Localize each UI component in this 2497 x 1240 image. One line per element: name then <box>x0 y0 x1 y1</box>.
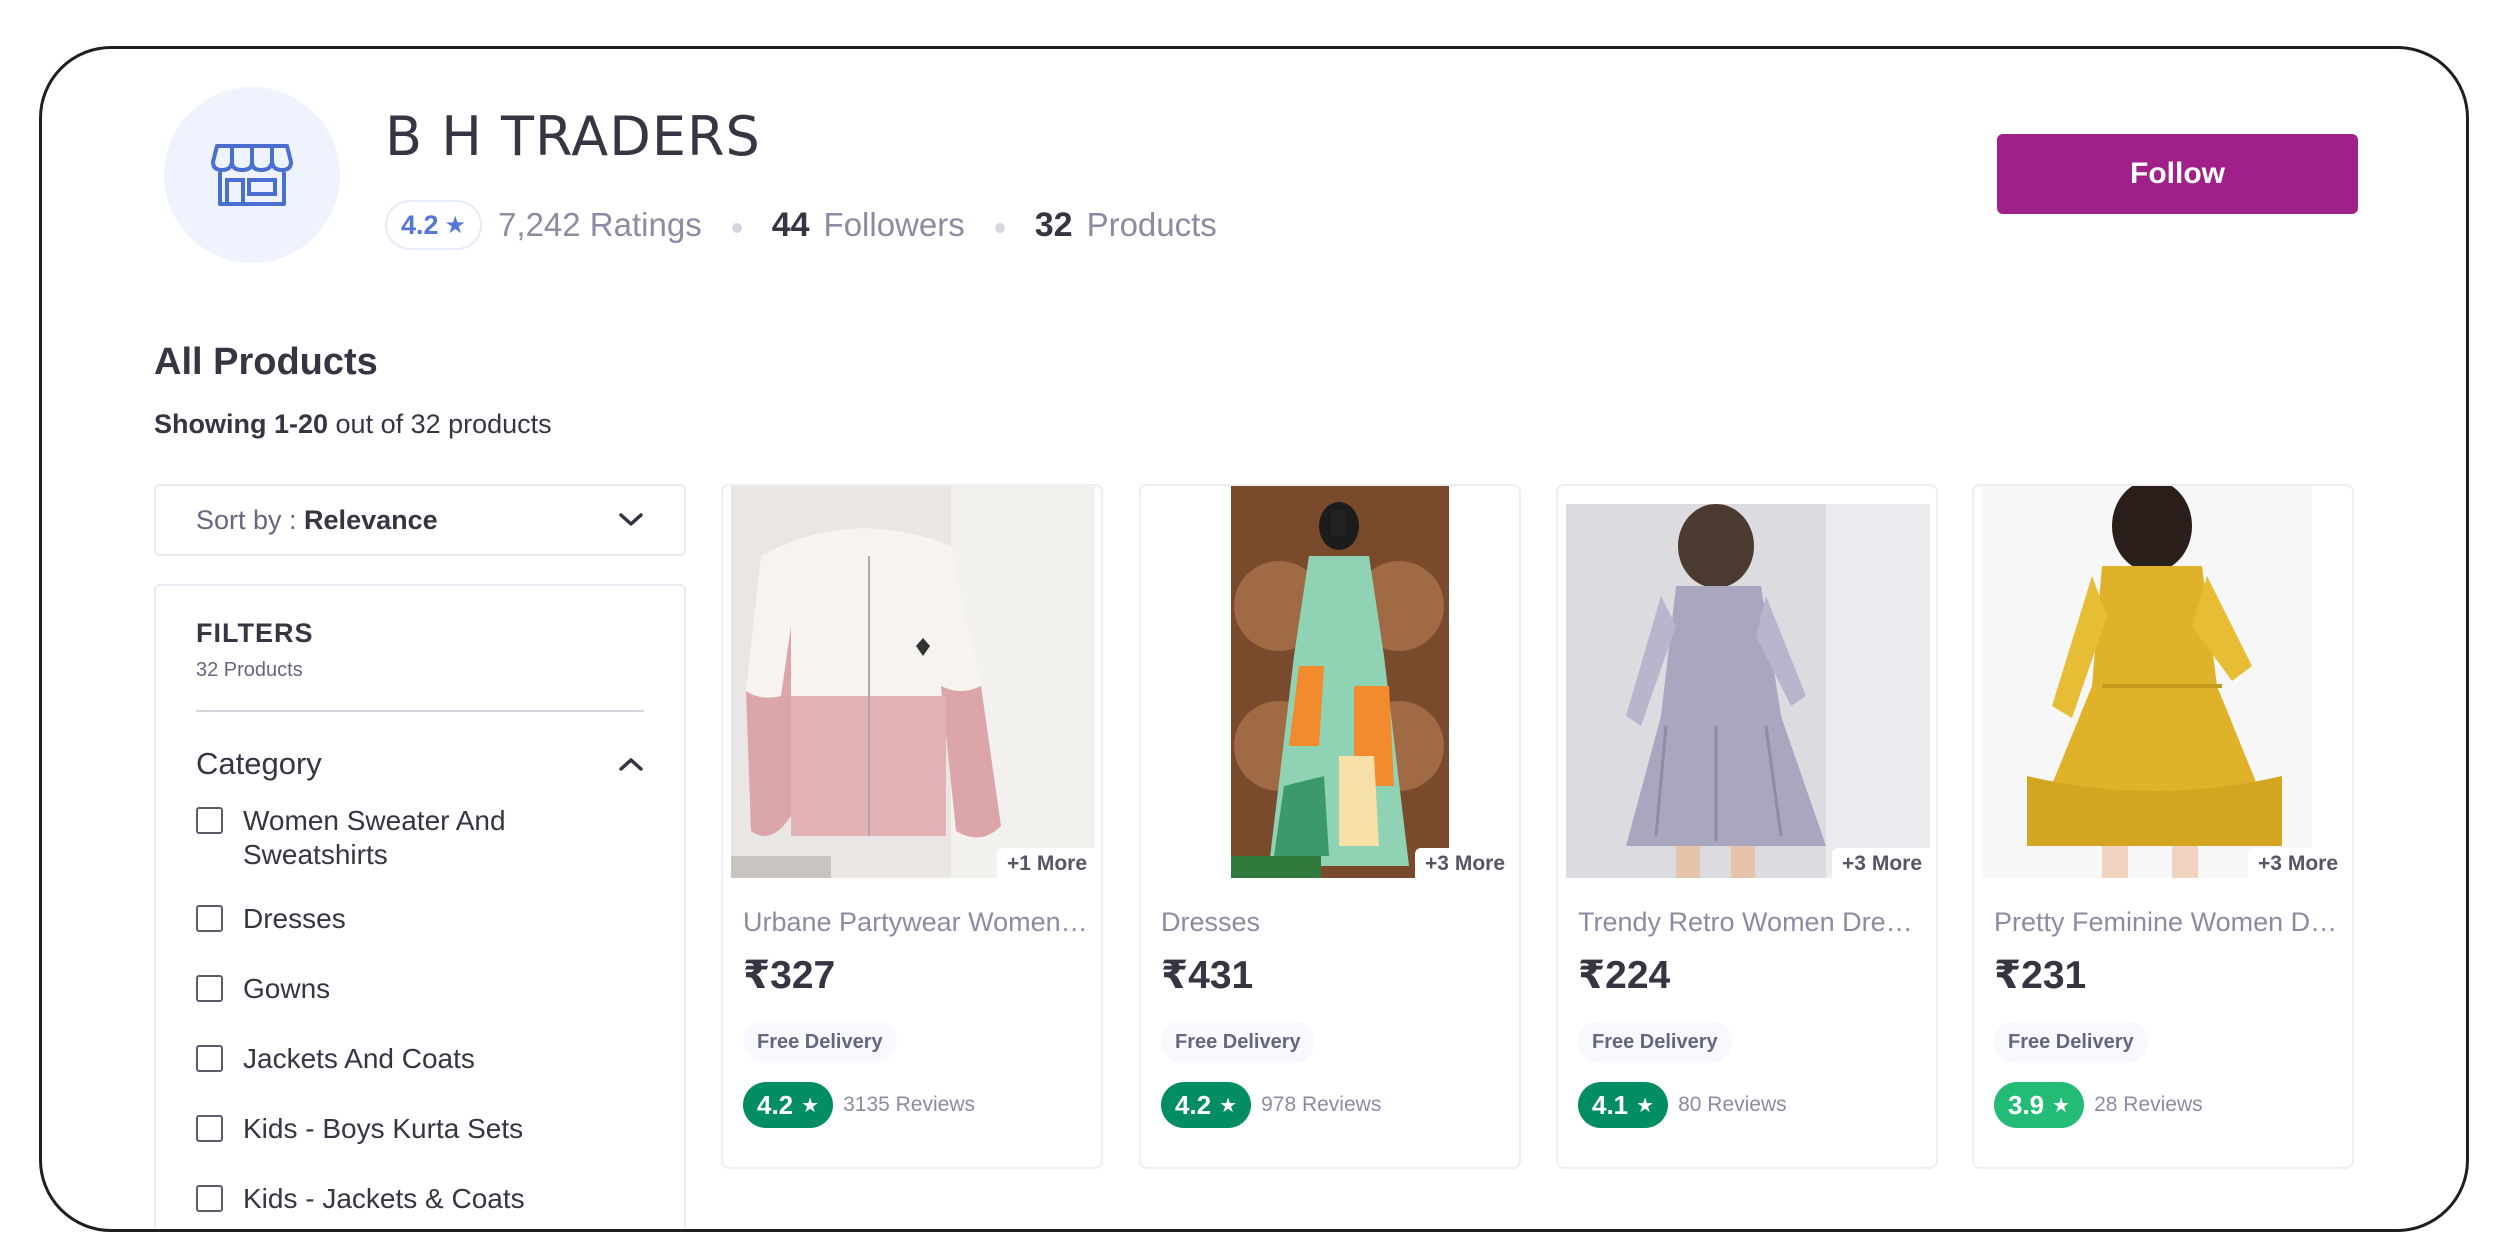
showing-range: Showing 1-20 <box>154 409 329 439</box>
sort-label: Sort by : Relevance <box>196 505 438 536</box>
category-option[interactable]: Kids - Boys Kurta Sets <box>196 1112 644 1146</box>
store-icon <box>211 144 293 206</box>
category-option[interactable]: Women Sweater And Sweatshirts <box>196 804 644 872</box>
product-image[interactable]: +3 More <box>1982 486 2346 878</box>
checkbox[interactable] <box>196 1115 223 1142</box>
products-label: Products <box>1086 205 1217 243</box>
filters-count: 32 Products <box>196 659 303 681</box>
free-delivery-badge: Free Delivery <box>1994 1021 2148 1063</box>
star-icon: ★ <box>1219 1094 1238 1117</box>
more-options-tag: +3 More <box>1415 848 1513 878</box>
rating-value: 4.2 <box>1175 1089 1212 1120</box>
product-image[interactable]: +1 More <box>731 486 1095 878</box>
checkbox[interactable] <box>196 1045 223 1072</box>
rating-value: 4.1 <box>1592 1089 1629 1120</box>
product-rating: 4.2 ★ 978 Reviews <box>1161 1082 1381 1128</box>
checkbox[interactable] <box>196 975 223 1002</box>
category-header[interactable]: Category <box>196 746 644 782</box>
star-icon: ★ <box>444 211 467 239</box>
product-card[interactable]: +3 More Dresses ₹431 Free Delivery 4.2 ★… <box>1139 484 1521 1169</box>
page-content: B H TRADERS 4.2 ★ 7,242 Ratings 44 Follo… <box>42 49 2466 1229</box>
ratings-count: 7,242 Ratings <box>498 206 702 243</box>
products-count: 32 <box>1034 205 1073 244</box>
separator-dot <box>731 223 742 233</box>
more-options-tag: +3 More <box>1832 848 1930 878</box>
sort-dropdown[interactable]: Sort by : Relevance <box>154 484 686 556</box>
rating-badge: 4.2 ★ <box>1161 1082 1252 1128</box>
category-option[interactable]: Dresses <box>196 902 644 936</box>
product-rating: 3.9 ★ 28 Reviews <box>1994 1082 2203 1128</box>
category-label: Jackets And Coats <box>243 1043 475 1074</box>
more-options-tag: +3 More <box>2248 848 2346 878</box>
section-title: All Products <box>154 341 378 383</box>
sort-prefix: Sort by : <box>196 504 305 535</box>
category-label: Gowns <box>243 973 331 1004</box>
free-delivery-badge: Free Delivery <box>1161 1021 1315 1063</box>
sort-value: Relevance <box>304 504 438 535</box>
category-label: Kids - Boys Kurta Sets <box>243 1113 524 1144</box>
star-icon: ★ <box>801 1094 820 1117</box>
product-price: ₹431 <box>1161 954 1254 997</box>
star-icon: ★ <box>2052 1094 2071 1117</box>
free-delivery-badge: Free Delivery <box>1578 1021 1732 1063</box>
store-logo <box>164 87 340 263</box>
category-option[interactable]: Kids - Jackets & Coats <box>196 1182 644 1216</box>
product-price: ₹327 <box>743 954 836 997</box>
review-count: 3135 Reviews <box>843 1093 975 1116</box>
category-option[interactable]: Jackets And Coats <box>196 1042 644 1076</box>
rating-value: 3.9 <box>2008 1089 2045 1120</box>
showing-rest: out of 32 products <box>328 409 552 439</box>
checkbox[interactable] <box>196 1185 223 1212</box>
category-label: Women Sweater And Sweatshirts <box>243 805 506 870</box>
product-title[interactable]: Trendy Retro Women Dresses <box>1578 907 1923 938</box>
product-price: ₹224 <box>1578 954 1671 997</box>
separator-dot <box>994 223 1005 233</box>
category-option[interactable]: Gowns <box>196 972 644 1006</box>
checkbox[interactable] <box>196 905 223 932</box>
followers-count: 44 <box>771 205 810 244</box>
chevron-up-icon[interactable] <box>618 756 644 772</box>
product-card[interactable]: +3 More Trendy Retro Women Dresses ₹224 … <box>1556 484 1938 1169</box>
category-label: Kids - Jackets & Coats <box>243 1183 525 1214</box>
store-rating-badge: 4.2 ★ <box>385 200 483 250</box>
product-price: ₹231 <box>1994 954 2087 997</box>
product-card[interactable]: +3 More Pretty Feminine Women Dresses ₹2… <box>1972 484 2354 1169</box>
store-stats: 4.2 ★ 7,242 Ratings 44 Followers 32 Prod… <box>385 197 1217 253</box>
rating-badge: 3.9 ★ <box>1994 1082 2085 1128</box>
store-rating-value: 4.2 <box>401 209 439 240</box>
more-options-tag: +1 More <box>997 848 1095 878</box>
category-title: Category <box>196 746 322 781</box>
browser-frame: B H TRADERS 4.2 ★ 7,242 Ratings 44 Follo… <box>39 46 2469 1232</box>
products-stat: 32 Products <box>1035 206 1217 245</box>
product-rating: 4.2 ★ 3135 Reviews <box>743 1082 975 1128</box>
free-delivery-badge: Free Delivery <box>743 1021 897 1063</box>
product-image[interactable]: +3 More <box>1149 486 1513 878</box>
product-title[interactable]: Dresses <box>1161 907 1506 938</box>
filters-divider <box>196 710 644 712</box>
followers-label: Followers <box>823 205 965 243</box>
product-title[interactable]: Urbane Partywear Women Jackets <box>743 907 1088 938</box>
filters-title: FILTERS <box>196 618 314 648</box>
rating-badge: 4.2 ★ <box>743 1082 834 1128</box>
product-rating: 4.1 ★ 80 Reviews <box>1578 1082 1787 1128</box>
chevron-down-icon <box>619 513 643 526</box>
product-title[interactable]: Pretty Feminine Women Dresses <box>1994 907 2339 938</box>
filters-panel: FILTERS 32 Products Category Women Sweat… <box>154 584 686 1229</box>
store-name: B H TRADERS <box>385 105 761 168</box>
category-list: Women Sweater And Sweatshirts Dresses Go… <box>196 804 644 1216</box>
review-count: 80 Reviews <box>1678 1093 1787 1116</box>
showing-count: Showing 1-20 out of 32 products <box>154 409 552 440</box>
followers-stat: 44 Followers <box>772 206 965 245</box>
review-count: 978 Reviews <box>1261 1093 1382 1116</box>
rating-value: 4.2 <box>757 1089 794 1120</box>
follow-button[interactable]: Follow <box>1997 134 2358 214</box>
star-icon: ★ <box>1636 1094 1655 1117</box>
review-count: 28 Reviews <box>2094 1093 2203 1116</box>
category-label: Dresses <box>243 903 346 934</box>
product-image[interactable]: +3 More <box>1566 486 1930 878</box>
rating-badge: 4.1 ★ <box>1578 1082 1669 1128</box>
product-card[interactable]: +1 More Urbane Partywear Women Jackets ₹… <box>721 484 1103 1169</box>
checkbox[interactable] <box>196 807 223 834</box>
